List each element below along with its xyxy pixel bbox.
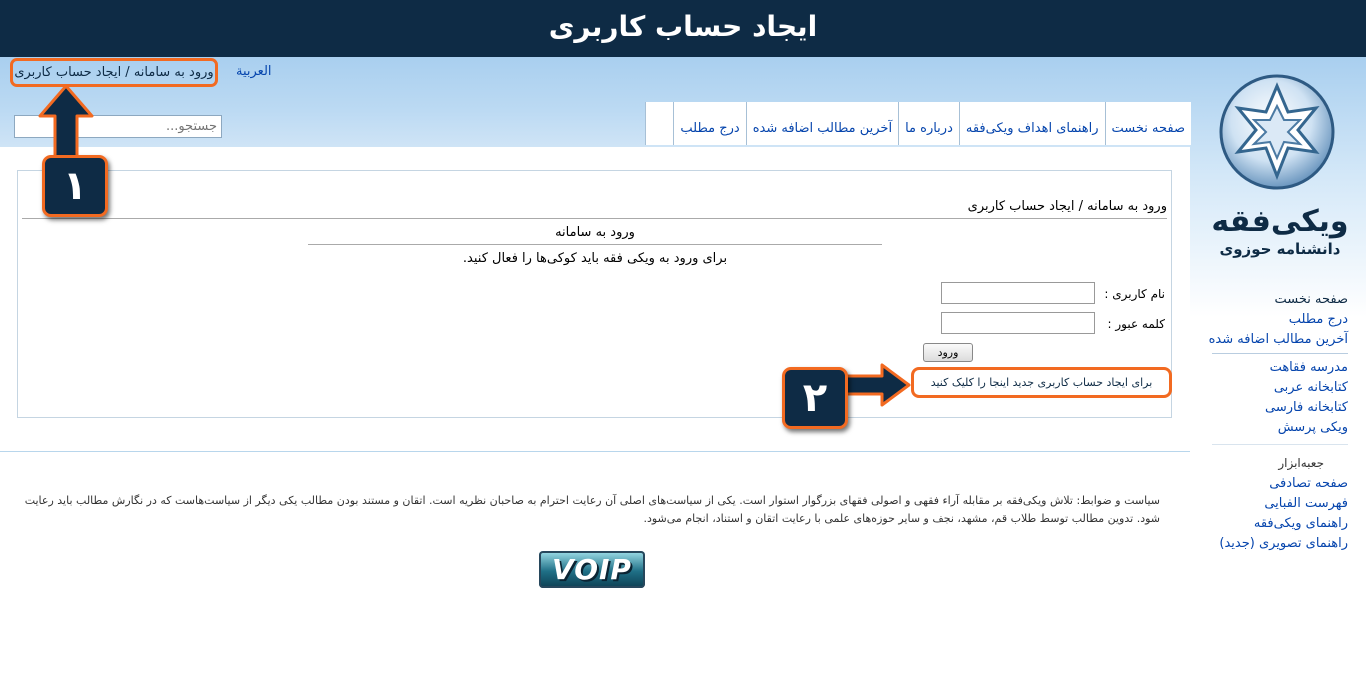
sidebar-item-latest[interactable]: آخرین مطالب اضافه شده	[1209, 330, 1348, 350]
sidebar-divider	[1212, 444, 1348, 445]
username-label: نام کاربری :	[1104, 287, 1165, 301]
toolbox-heading: جعبه‌ابزار	[1278, 456, 1324, 470]
page-banner-title: ایجاد حساب کاربری	[548, 10, 818, 43]
sidebar-nav: صفحه نخست درج مطلب آخرین مطالب اضافه شده	[1209, 290, 1348, 350]
arrow-up-icon	[38, 84, 94, 159]
sidebar-toolbox: صفحه تصادفی فهرست الفبایی راهنمای ویکی‌ف…	[1219, 474, 1348, 554]
sidebar-item-home[interactable]: صفحه نخست	[1209, 290, 1348, 310]
tab-add-article[interactable]: درج مطلب	[673, 102, 745, 145]
callout-step-1: ۱	[42, 155, 108, 217]
heading-divider	[22, 218, 1167, 219]
policy-text: سیاست و ضوابط: تلاش ویکی‌فقه بر مقابله آ…	[24, 494, 1160, 525]
password-input[interactable]	[941, 312, 1095, 334]
sidebar-libraries: مدرسه فقاهت کتابخانه عربی کتابخانه فارسی…	[1265, 358, 1348, 438]
sidebar-item-arabic-library[interactable]: کتابخانه عربی	[1265, 378, 1348, 398]
logo-text: ویکی‌فقه دانشنامه حوزوی	[1210, 205, 1350, 259]
tab-home[interactable]: صفحه نخست	[1104, 102, 1191, 145]
login-button[interactable]: ورود	[923, 343, 973, 362]
voip-badge[interactable]: VOIP	[539, 551, 645, 588]
sidebar-item-add-article[interactable]: درج مطلب	[1209, 310, 1348, 330]
footer-divider	[0, 451, 1190, 452]
tab-latest-added[interactable]: آخرین مطالب اضافه شده	[745, 102, 898, 145]
arrow-right-icon	[842, 363, 911, 407]
username-input[interactable]	[941, 282, 1095, 304]
login-heading: ورود به سامانه	[555, 225, 635, 240]
callout-step-2: ۲	[782, 367, 848, 429]
login-content-box: ورود به سامانه / ایجاد حساب کاربری ورود …	[17, 170, 1172, 418]
top-banner: ایجاد حساب کاربری	[0, 0, 1366, 57]
create-account-link[interactable]: برای ایجاد حساب کاربری جدید اینجا را کلی…	[911, 367, 1172, 398]
logo-subtitle: دانشنامه حوزوی	[1219, 240, 1341, 258]
language-link-arabic[interactable]: العربية	[236, 64, 272, 79]
sidebar-divider	[1212, 353, 1348, 354]
logo-title: ویکی‌فقه	[1211, 204, 1349, 239]
sidebar-item-feqahat-school[interactable]: مدرسه فقاهت	[1265, 358, 1348, 378]
tab-goals-guide[interactable]: راهنمای اهداف ویکی‌فقه	[958, 102, 1105, 145]
sidebar-item-visual-guide[interactable]: راهنمای تصویری (جدید)	[1219, 534, 1348, 554]
sidebar-item-persian-library[interactable]: کتابخانه فارسی	[1265, 398, 1348, 418]
wikifeqh-logo-icon[interactable]	[1212, 72, 1342, 192]
sidebar-item-random-page[interactable]: صفحه تصادفی	[1219, 474, 1348, 494]
password-label: کلمه عبور :	[1107, 317, 1165, 331]
voip-badge-text: VOIP	[552, 553, 632, 586]
sidebar-item-alphabetical-index[interactable]: فهرست الفبایی	[1219, 494, 1348, 514]
tab-about-us[interactable]: درباره ما	[898, 102, 959, 145]
page-heading: ورود به سامانه / ایجاد حساب کاربری	[967, 199, 1167, 214]
top-tabs: صفحه نخست راهنمای اهداف ویکی‌فقه درباره …	[645, 102, 1191, 145]
login-divider	[308, 244, 882, 245]
sidebar-item-wikifeqh-guide[interactable]: راهنمای ویکی‌فقه	[1219, 514, 1348, 534]
sidebar-item-wiki-question[interactable]: ویکی پرسش	[1265, 418, 1348, 438]
cookie-warning: برای ورود به ویکی فقه باید کوکی‌ها را فع…	[462, 251, 728, 266]
